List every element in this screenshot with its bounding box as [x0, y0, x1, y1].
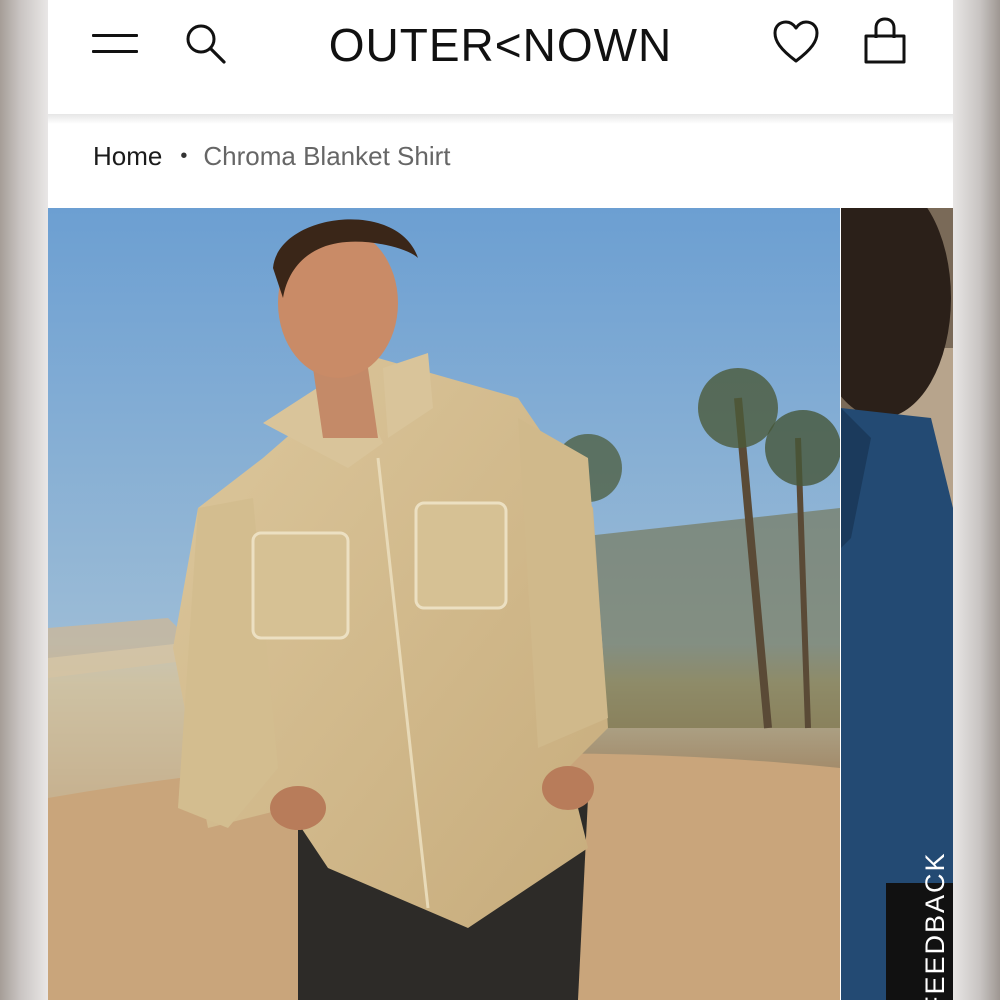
hamburger-menu-icon[interactable]	[92, 30, 140, 58]
brand-logo[interactable]: OUTER<NOWN	[318, 20, 683, 70]
shopping-bag-icon[interactable]	[860, 14, 910, 68]
breadcrumb: Home • Chroma Blanket Shirt	[93, 138, 450, 174]
feedback-tab[interactable]: FEEDBACK	[886, 851, 953, 1000]
product-image-gallery[interactable]	[48, 208, 953, 1000]
search-icon[interactable]	[182, 20, 230, 68]
breadcrumb-current-page: Chroma Blanket Shirt	[203, 140, 451, 171]
site-header: OUTER<NOWN	[48, 0, 953, 114]
header-divider	[48, 114, 953, 124]
product-photo-main[interactable]	[48, 208, 840, 1000]
feedback-label: FEEDBACK	[920, 851, 950, 1000]
heart-icon[interactable]	[770, 18, 822, 68]
breadcrumb-separator: •	[180, 144, 188, 167]
breadcrumb-home-link[interactable]: Home	[93, 141, 162, 172]
app-screen: OUTER<NOWN Home • Chroma Blanket Shirt F…	[48, 0, 953, 1000]
